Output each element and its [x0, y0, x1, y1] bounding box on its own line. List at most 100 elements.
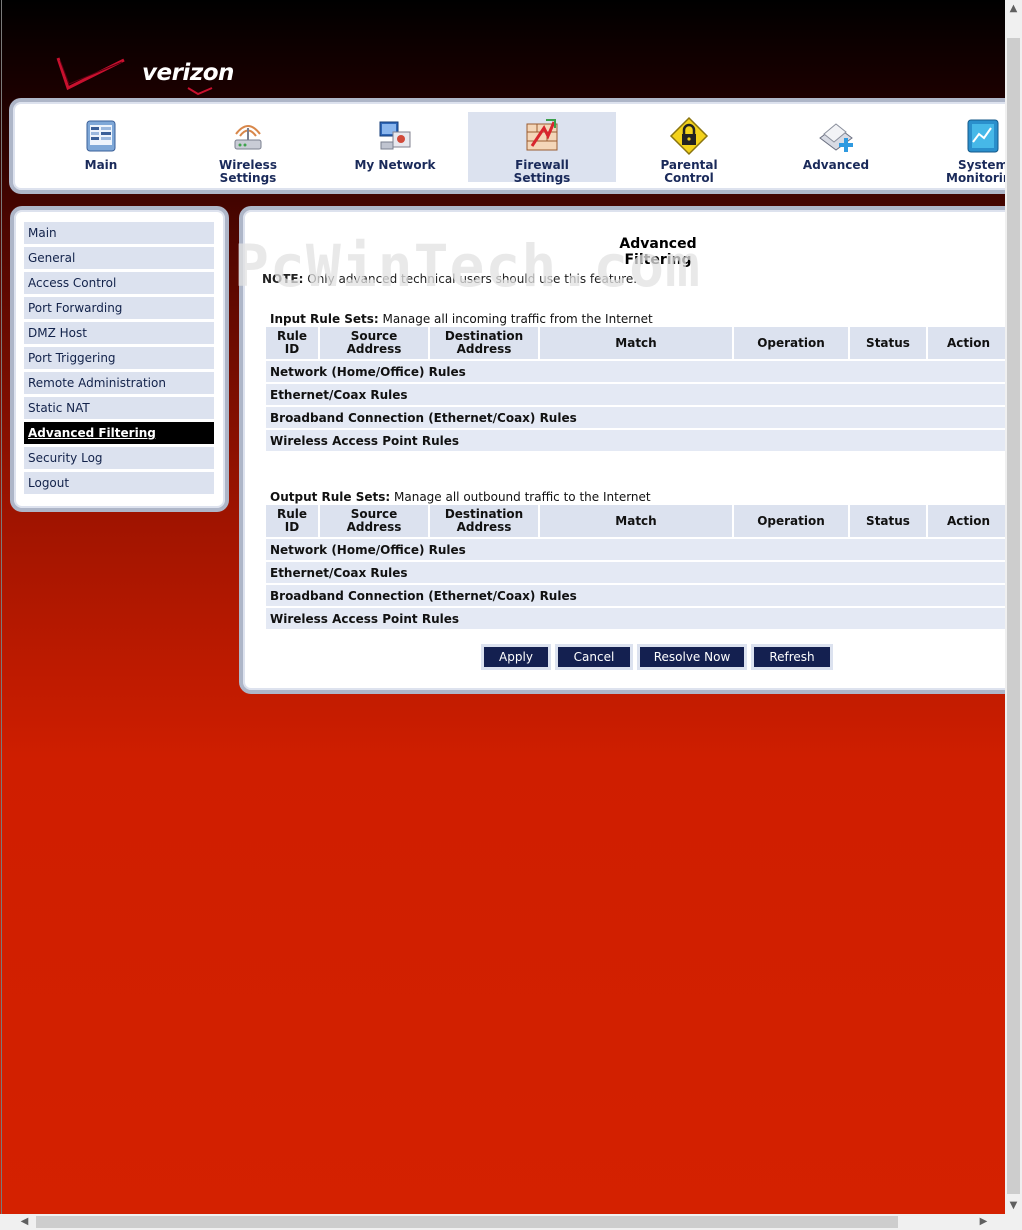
table-row: Ethernet/Coax Rules — [266, 562, 1006, 585]
page-title: Advanced Filtering — [619, 236, 697, 268]
note-label: NOTE: — [262, 272, 304, 286]
sidebar: Main General Access Control Port Forward… — [10, 206, 229, 512]
parental-lock-icon — [669, 116, 709, 156]
sidebar-item-general[interactable]: General — [24, 247, 214, 269]
apply-button[interactable]: Apply — [481, 644, 551, 670]
horizontal-scroll-thumb[interactable] — [36, 1216, 898, 1228]
cancel-button[interactable]: Cancel — [555, 644, 633, 670]
sidebar-item-remote-administration[interactable]: Remote Administration — [24, 372, 214, 394]
nav-my-network[interactable]: My Network — [321, 112, 469, 182]
nav-advanced-label: Advanced — [802, 158, 870, 172]
content-panel: Advanced Filtering NOTE: Only advanced t… — [239, 206, 1006, 694]
output-group-network: Network (Home/Office) Rules — [266, 539, 1006, 562]
input-group-broadband: Broadband Connection (Ethernet/Coax) Rul… — [266, 407, 1006, 430]
vertical-scroll-thumb[interactable] — [1007, 38, 1020, 1194]
vertical-scrollbar[interactable]: ▲ ▼ — [1005, 0, 1022, 1214]
nav-main-label: Main — [84, 158, 118, 172]
my-network-icon — [379, 121, 411, 150]
note-text: NOTE: Only advanced technical users shou… — [262, 272, 637, 286]
col-status: Status — [850, 505, 928, 539]
col-destination-address: Destination Address — [430, 505, 540, 539]
sidebar-menu: Main General Access Control Port Forward… — [24, 222, 214, 497]
refresh-button[interactable]: Refresh — [751, 644, 833, 670]
input-rules-table: Rule ID Source Address Destination Address … — [266, 327, 1006, 453]
input-rule-sets-title: Input Rule Sets: — [270, 312, 379, 326]
output-rule-sets-desc: Manage all outbound traffic to the Inter… — [390, 490, 651, 504]
apply-button-label: Apply — [484, 647, 548, 667]
scrollbar-corner — [1005, 1214, 1022, 1230]
output-group-wireless: Wireless Access Point Rules — [266, 608, 1006, 631]
main-icon — [86, 120, 116, 152]
verizon-logo: verizon — [54, 52, 242, 96]
col-rule-id: Rule ID — [266, 327, 320, 361]
sidebar-item-port-triggering[interactable]: Port Triggering — [24, 347, 214, 369]
col-operation: Operation — [734, 505, 850, 539]
sidebar-item-access-control[interactable]: Access Control — [24, 272, 214, 294]
nav-firewall-label-2: Settings — [513, 171, 571, 185]
firewall-icon — [526, 119, 558, 151]
sidebar-item-port-forwarding[interactable]: Port Forwarding — [24, 297, 214, 319]
input-group-ethernet-coax: Ethernet/Coax Rules — [266, 384, 1006, 407]
nav-parental-control[interactable]: Parental Control — [615, 112, 763, 185]
input-rule-sets-label: Input Rule Sets: Manage all incoming tra… — [270, 312, 653, 326]
input-group-network: Network (Home/Office) Rules — [266, 361, 1006, 384]
top-navigation: Main Wireless Settings My Network Firewa… — [9, 98, 1006, 194]
browser-page: verizon Main Wireless Settings My Networ… — [1, 0, 1006, 1214]
table-row: Broadband Connection (Ethernet/Coax) Rul… — [266, 585, 1006, 608]
nav-system-label-2: Monitoring — [946, 171, 1006, 185]
nav-parental-label-2: Control — [664, 171, 714, 185]
nav-firewall-settings[interactable]: Firewall Settings — [468, 112, 616, 185]
scroll-down-icon[interactable]: ▼ — [1005, 1197, 1022, 1214]
advanced-icon — [819, 123, 853, 152]
sidebar-item-logout[interactable]: Logout — [24, 472, 214, 494]
output-group-broadband: Broadband Connection (Ethernet/Coax) Rul… — [266, 585, 1006, 608]
sidebar-item-advanced-filtering[interactable]: Advanced Filtering — [24, 422, 214, 444]
nav-my-network-label: My Network — [354, 158, 436, 172]
resolve-now-button-label: Resolve Now — [640, 647, 744, 667]
col-operation: Operation — [734, 327, 850, 361]
col-source-address: Source Address — [320, 327, 430, 361]
table-row: Wireless Access Point Rules — [266, 430, 1006, 453]
col-source-address: Source Address — [320, 505, 430, 539]
refresh-button-label: Refresh — [754, 647, 830, 667]
wireless-icon — [234, 125, 262, 150]
nav-main[interactable]: Main — [27, 112, 175, 182]
col-status: Status — [850, 327, 928, 361]
scroll-up-icon[interactable]: ▲ — [1005, 0, 1022, 17]
output-group-ethernet-coax: Ethernet/Coax Rules — [266, 562, 1006, 585]
horizontal-scrollbar[interactable]: ◀ ▶ — [0, 1214, 1022, 1230]
system-monitoring-icon — [967, 119, 999, 153]
sidebar-item-dmz-host[interactable]: DMZ Host — [24, 322, 214, 344]
table-header-row: Rule ID Source Address Destination Address … — [266, 505, 1006, 539]
table-row: Wireless Access Point Rules — [266, 608, 1006, 631]
col-rule-id: Rule ID — [266, 505, 320, 539]
note-body: Only advanced technical users should use… — [303, 272, 638, 286]
resolve-now-button[interactable]: Resolve Now — [637, 644, 747, 670]
output-rule-sets-label: Output Rule Sets: Manage all outbound tr… — [270, 490, 651, 504]
table-row: Network (Home/Office) Rules — [266, 539, 1006, 562]
nav-system-monitoring[interactable]: System Monitoring — [909, 112, 1006, 185]
col-match: Match — [540, 505, 734, 539]
sidebar-item-static-nat[interactable]: Static NAT — [24, 397, 214, 419]
nav-wireless-label-2: Settings — [219, 171, 277, 185]
scroll-left-icon[interactable]: ◀ — [16, 1214, 33, 1230]
sidebar-item-main[interactable]: Main — [24, 222, 214, 244]
output-rules-table: Rule ID Source Address Destination Address … — [266, 505, 1006, 631]
input-group-wireless: Wireless Access Point Rules — [266, 430, 1006, 453]
table-header-row: Rule ID Source Address Destination Address … — [266, 327, 1006, 361]
output-rule-sets-title: Output Rule Sets: — [270, 490, 391, 504]
nav-advanced[interactable]: Advanced — [762, 112, 910, 182]
col-match: Match — [540, 327, 734, 361]
sidebar-item-security-log[interactable]: Security Log — [24, 447, 214, 469]
table-row: Ethernet/Coax Rules — [266, 384, 1006, 407]
col-destination-address: Destination Address — [430, 327, 540, 361]
col-action: Action — [928, 505, 1006, 539]
nav-wireless-settings[interactable]: Wireless Settings — [174, 112, 322, 185]
verizon-logo-text: verizon — [142, 60, 234, 86]
cancel-button-label: Cancel — [558, 647, 630, 667]
input-rule-sets-desc: Manage all incoming traffic from the Int… — [378, 312, 653, 326]
col-action: Action — [928, 327, 1006, 361]
scroll-right-icon[interactable]: ▶ — [975, 1214, 992, 1230]
table-row: Network (Home/Office) Rules — [266, 361, 1006, 384]
table-row: Broadband Connection (Ethernet/Coax) Rul… — [266, 407, 1006, 430]
